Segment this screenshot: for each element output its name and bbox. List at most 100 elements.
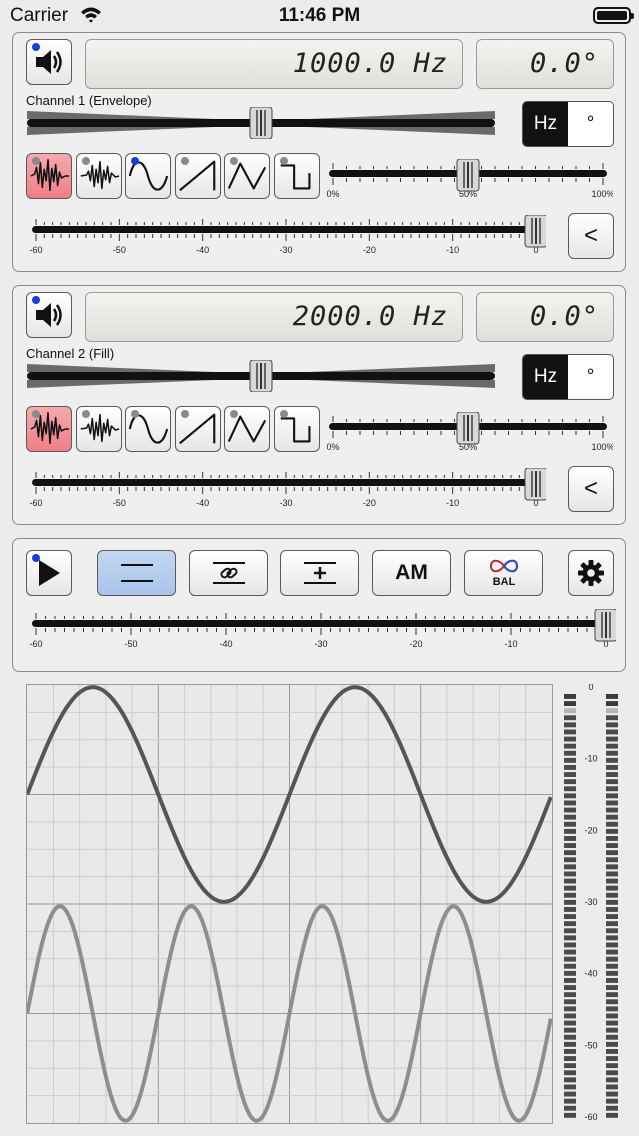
channel1-volume-slider[interactable]: -60 -50 -40 -30 -20 -10 0 bbox=[26, 215, 546, 257]
slider-tick-label: -50 bbox=[124, 639, 137, 649]
slider-tick-label: -20 bbox=[363, 245, 376, 255]
wave-indicator-dot bbox=[279, 157, 288, 165]
slider-thumb[interactable] bbox=[456, 412, 480, 445]
channel2-back-button[interactable]: < bbox=[568, 466, 614, 512]
channel2-wave-sawtooth-button[interactable] bbox=[174, 406, 221, 452]
slider-tick-label: -40 bbox=[196, 498, 209, 508]
channel2-wave-sine-button[interactable] bbox=[125, 406, 171, 452]
level-meter: 0 -10 -20 -30 -40 -50 -60 bbox=[564, 684, 618, 1122]
meter-tick-label: -20 bbox=[584, 825, 597, 835]
channel2-wave-square-button[interactable] bbox=[273, 406, 320, 452]
channel2-balance-slider[interactable] bbox=[27, 360, 495, 392]
channel1-duty-slider[interactable]: 0% 50% 100% bbox=[323, 159, 613, 201]
bal-label: BAL bbox=[492, 576, 515, 588]
oscilloscope-display bbox=[26, 684, 553, 1124]
speaker-icon bbox=[36, 50, 62, 74]
channel1-wave-square-button[interactable] bbox=[273, 153, 320, 199]
mode-sum-button[interactable] bbox=[280, 550, 359, 596]
channel1-back-button[interactable]: < bbox=[568, 213, 614, 259]
channel1-phase-display[interactable]: 0.0° bbox=[476, 39, 614, 89]
channel1-label: Channel 1 (Envelope) bbox=[26, 93, 152, 108]
channel1-wave-pink-noise-button[interactable] bbox=[75, 153, 122, 199]
channel2-active-dot bbox=[32, 296, 40, 304]
channel2-phase-display[interactable]: 0.0° bbox=[476, 292, 614, 342]
meter-tick-label: -40 bbox=[584, 969, 597, 979]
mode-link-button[interactable] bbox=[189, 550, 268, 596]
slider-thumb[interactable] bbox=[456, 159, 480, 192]
channel1-wave-sine-button[interactable] bbox=[125, 153, 171, 199]
channel1-mute-button[interactable] bbox=[26, 39, 72, 85]
slider-tick-label: -20 bbox=[363, 498, 376, 508]
mode-am-button[interactable]: AM bbox=[372, 550, 451, 596]
slider-tick-label: -30 bbox=[314, 639, 327, 649]
play-icon bbox=[39, 560, 60, 586]
slider-tick-label: -60 bbox=[29, 245, 42, 255]
slider-tick-label: -40 bbox=[219, 639, 232, 649]
wave-indicator-dot bbox=[279, 410, 288, 418]
channel2-unit-degree[interactable]: ° bbox=[568, 355, 613, 399]
channel2-wave-triangle-button[interactable] bbox=[224, 406, 270, 452]
channel1-wave-white-noise-button[interactable] bbox=[26, 153, 72, 199]
channel2-unit-hz[interactable]: Hz bbox=[523, 355, 568, 399]
slider-tick-label: -60 bbox=[29, 498, 42, 508]
split-lines-icon bbox=[120, 564, 153, 582]
channel1-waveform-selector bbox=[26, 153, 326, 199]
meter-tick-label: -30 bbox=[584, 897, 597, 907]
wave-indicator-dot bbox=[230, 410, 238, 418]
channel1-frequency-display[interactable]: 1000.0 Hz bbox=[85, 39, 463, 89]
channel1-balance-thumb[interactable] bbox=[249, 107, 273, 139]
wave-indicator-dot bbox=[32, 157, 40, 165]
channel2-wave-pink-noise-button[interactable] bbox=[75, 406, 122, 452]
slider-tick-label: 100% bbox=[591, 189, 613, 199]
wave-indicator-dot bbox=[131, 157, 139, 165]
channel1-balance-slider[interactable] bbox=[27, 107, 495, 139]
wave-indicator-dot bbox=[81, 410, 90, 418]
channel2-unit-toggle[interactable]: Hz ° bbox=[522, 354, 614, 400]
channel1-wave-sawtooth-button[interactable] bbox=[174, 153, 221, 199]
clock: 11:46 PM bbox=[278, 5, 361, 26]
channel2-frequency-display[interactable]: 2000.0 Hz bbox=[85, 292, 463, 342]
wave-indicator-dot bbox=[81, 157, 90, 165]
channel2-duty-slider[interactable]: 0% 50% 100% bbox=[323, 412, 613, 454]
channel2-wave-white-noise-button[interactable] bbox=[26, 406, 72, 452]
slider-thumb[interactable] bbox=[594, 609, 616, 642]
slider-thumb[interactable] bbox=[524, 468, 546, 501]
slider-tick-label: -20 bbox=[409, 639, 422, 649]
channel2-volume-slider[interactable]: -60 -50 -40 -30 -20 -10 0 bbox=[26, 468, 546, 510]
channel1-unit-degree[interactable]: ° bbox=[568, 102, 613, 146]
slider-tick-label: -30 bbox=[279, 245, 292, 255]
slider-thumb[interactable] bbox=[524, 215, 546, 248]
channel2-balance-thumb[interactable] bbox=[249, 360, 273, 392]
battery-icon bbox=[593, 7, 634, 24]
channel1-panel: 1000.0 Hz 0.0° Channel 1 (Envelope) Hz °… bbox=[12, 32, 626, 272]
meter-tick-label: -60 bbox=[584, 1112, 597, 1122]
channel2-mute-button[interactable] bbox=[26, 292, 72, 338]
channel1-wave-triangle-button[interactable] bbox=[224, 153, 270, 199]
slider-tick-label: -10 bbox=[504, 639, 517, 649]
settings-button[interactable] bbox=[568, 550, 614, 596]
meter-tick-label: -10 bbox=[584, 754, 597, 764]
slider-tick-label: -10 bbox=[446, 245, 459, 255]
mode-bal-button[interactable]: BAL bbox=[464, 550, 543, 596]
play-button[interactable] bbox=[26, 550, 72, 596]
wave-indicator-dot bbox=[32, 410, 40, 418]
channel1-unit-hz[interactable]: Hz bbox=[523, 102, 568, 146]
meter-tick-label: -50 bbox=[584, 1040, 597, 1050]
channel2-label: Channel 2 (Fill) bbox=[26, 346, 115, 361]
wave-indicator-dot bbox=[131, 410, 139, 418]
slider-tick-label: -50 bbox=[113, 498, 126, 508]
slider-tick-label: 0% bbox=[326, 442, 339, 452]
mode-split-button[interactable] bbox=[97, 550, 176, 596]
balance-infinity-icon: BAL bbox=[489, 559, 518, 588]
slider-tick-label: 100% bbox=[591, 442, 613, 452]
play-active-dot bbox=[32, 554, 40, 562]
wave-indicator-dot bbox=[230, 157, 238, 165]
am-label: AM bbox=[395, 561, 428, 584]
channel2-waveform-selector bbox=[26, 406, 326, 452]
slider-tick-label: -40 bbox=[196, 245, 209, 255]
channel1-active-dot bbox=[32, 43, 40, 51]
link-icon bbox=[212, 562, 245, 584]
master-volume-slider[interactable]: -60 -50 -40 -30 -20 -10 0 bbox=[26, 609, 616, 653]
channel1-unit-toggle[interactable]: Hz ° bbox=[522, 101, 614, 147]
slider-tick-label: -50 bbox=[113, 245, 126, 255]
